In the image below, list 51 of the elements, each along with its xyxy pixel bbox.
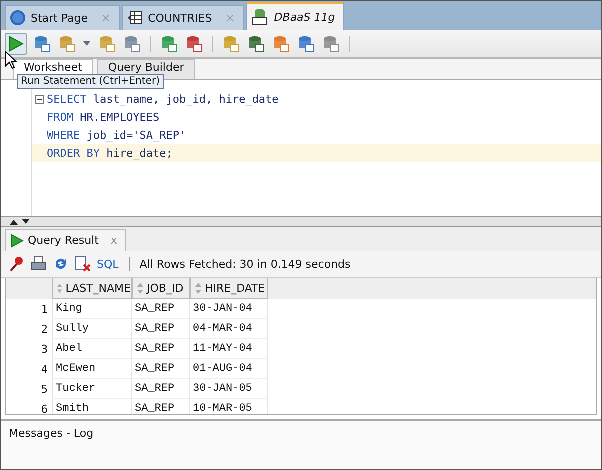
sql-link[interactable]: SQL — [97, 258, 119, 270]
sort-icon — [137, 282, 144, 294]
document-tab[interactable]: Start Page × — [5, 5, 120, 30]
row-number: 3 — [40, 342, 49, 356]
table-cell: 04-MAR-04 — [190, 319, 268, 339]
table-cell: SA_REP — [132, 319, 190, 339]
column-header[interactable]: LAST_NAME — [52, 278, 132, 299]
refresh-icon[interactable] — [53, 256, 69, 272]
status-text: All Rows Fetched: 30 in 0.149 seconds — [140, 258, 351, 270]
run-icon — [10, 234, 24, 248]
sort-icon — [195, 282, 202, 294]
code-line: FROM HR.EMPLOYEES — [47, 110, 160, 124]
document-tab[interactable]: COUNTRIES × — [122, 5, 244, 30]
row-number: 5 — [40, 382, 49, 396]
table-icon — [127, 11, 144, 25]
table-cell: 01-AUG-04 — [190, 359, 268, 379]
table-cell: 30-JAN-04 — [190, 299, 268, 319]
code-line: SELECT last_name, job_id, hire_date — [47, 92, 279, 106]
panel-title: Messages - Log — [8, 426, 95, 442]
table-cell: SA_REP — [132, 379, 190, 399]
table-cell: Tucker — [52, 379, 132, 399]
pin-icon[interactable] — [9, 256, 25, 272]
table-cell: 30-JAN-05 — [190, 379, 268, 399]
row-number: 2 — [40, 322, 49, 336]
table-cell: SA_REP — [132, 339, 190, 359]
column-header[interactable]: JOB_ID — [132, 278, 190, 299]
row-number: 1 — [40, 302, 49, 316]
help-icon — [10, 10, 26, 26]
table-cell: 11-MAY-04 — [190, 339, 268, 359]
tooltip: Run Statement (Ctrl+Enter) — [17, 74, 164, 89]
table-cell: SA_REP — [132, 359, 190, 379]
table-cell: King — [52, 299, 132, 319]
collapse-icon[interactable] — [35, 94, 44, 104]
code-line: WHERE job_id='SA_REP' — [47, 128, 186, 142]
table-cell: SA_REP — [132, 299, 190, 319]
database-icon — [251, 8, 270, 26]
table-cell: Abel — [52, 339, 132, 359]
table-cell: Sully — [52, 319, 132, 339]
table-cell: McEwen — [52, 359, 132, 379]
code-line: ORDER BY hire_date; — [47, 146, 173, 160]
document-tab[interactable]: DBaaS 11g — [246, 2, 344, 30]
clear-icon[interactable] — [75, 256, 91, 272]
column-header[interactable]: HIRE_DATE — [190, 278, 268, 299]
print-icon[interactable] — [31, 256, 47, 272]
row-number: 6 — [40, 402, 49, 414]
database-icon[interactable] — [57, 34, 77, 54]
sort-icon — [57, 282, 63, 294]
run-icon[interactable] — [5, 32, 27, 54]
row-number: 4 — [40, 362, 49, 376]
splitter-arrows-icon[interactable] — [9, 218, 31, 224]
query-result-tab[interactable]: Query Result x — [5, 229, 126, 251]
